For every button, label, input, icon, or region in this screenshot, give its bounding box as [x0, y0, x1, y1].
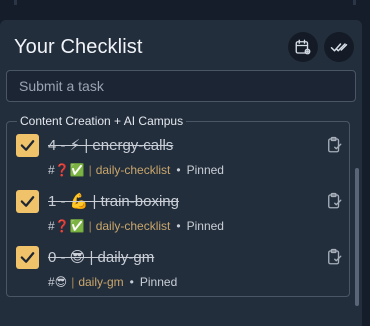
separator: |: [88, 163, 92, 177]
checklist-panel: Your Checklist Submit a task Content Cre…: [0, 20, 362, 326]
scrollbar[interactable]: [355, 168, 359, 306]
header-actions: [288, 32, 354, 62]
clipboard-check-icon: [328, 248, 342, 265]
task-meta: #❓✅ | daily-checklist • Pinned: [48, 219, 224, 233]
check-icon: [20, 252, 35, 263]
calendar-gear-icon: [295, 39, 311, 55]
task-title: 4 - ⚡ | energy-calls: [48, 137, 174, 154]
list-item: 4 - ⚡ | energy-calls #❓✅ | daily-checkli…: [15, 132, 345, 182]
bullet: •: [176, 163, 181, 177]
clipboard-check-icon: [328, 136, 342, 153]
list-item: 0 - 😎 | daily-gm #😎 | daily-gm • Pinned: [15, 244, 345, 294]
task-title: 1 - 💪 | train-boxing: [48, 193, 179, 210]
pinned-status: Pinned: [186, 163, 224, 177]
separator: |: [88, 219, 92, 233]
separator: |: [71, 275, 75, 289]
task-tag: #😎: [48, 275, 68, 289]
page-title: Your Checklist: [14, 35, 143, 58]
task-meta: #❓✅ | daily-checklist • Pinned: [48, 163, 224, 177]
task-input[interactable]: [6, 70, 356, 102]
task-title: 0 - 😎 | daily-gm: [48, 249, 155, 266]
clipboard-button[interactable]: [323, 246, 345, 268]
clipboard-check-icon: [328, 192, 342, 209]
list-item: 1 - 💪 | train-boxing #❓✅ | daily-checkli…: [15, 188, 345, 238]
checklist-link[interactable]: daily-gm: [78, 275, 123, 289]
divider: [353, 0, 356, 5]
complete-all-button[interactable]: [324, 32, 354, 62]
bullet: •: [176, 219, 181, 233]
top-strip: [0, 0, 370, 20]
checklist-link[interactable]: daily-checklist: [96, 163, 171, 177]
clipboard-button[interactable]: [323, 134, 345, 156]
task-checkbox[interactable]: [16, 190, 39, 213]
bullet: •: [129, 275, 134, 289]
task-checkbox[interactable]: [16, 246, 39, 269]
schedule-button[interactable]: [288, 32, 318, 62]
checklist-link[interactable]: daily-checklist: [96, 219, 171, 233]
task-meta: #😎 | daily-gm • Pinned: [48, 275, 177, 289]
task-tag: #❓✅: [48, 219, 85, 233]
task-checkbox[interactable]: [16, 134, 39, 157]
checklist-header: Your Checklist: [14, 32, 354, 62]
check-icon: [20, 196, 35, 207]
task-group: Content Creation + AI Campus 4 - ⚡ | ene…: [6, 114, 350, 297]
group-title: Content Creation + AI Campus: [17, 114, 187, 128]
clipboard-button[interactable]: [323, 190, 345, 212]
divider: [14, 0, 17, 5]
double-check-icon: [330, 43, 348, 52]
check-icon: [20, 140, 35, 151]
pinned-status: Pinned: [186, 219, 224, 233]
pinned-status: Pinned: [139, 275, 178, 289]
task-tag: #❓✅: [48, 163, 85, 177]
